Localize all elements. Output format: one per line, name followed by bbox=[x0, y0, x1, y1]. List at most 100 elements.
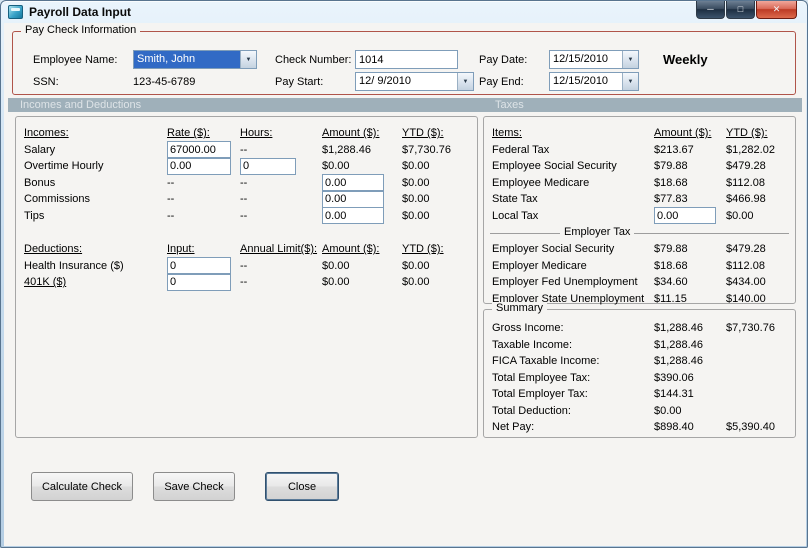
items-col-header: Items: bbox=[492, 127, 522, 140]
pay-date-picker[interactable]: 12/15/2010 ▼ bbox=[549, 50, 639, 69]
health-insurance-ytd-value: $0.00 bbox=[402, 259, 430, 272]
summary-row-name: Total Employee Tax: bbox=[492, 371, 591, 384]
employer-state-unemp-amount: $11.15 bbox=[654, 292, 687, 305]
employer-tax-label: Employer Tax bbox=[560, 226, 635, 238]
summary-panel: Summary Gross Income: $1,288.46 $7,730.7… bbox=[483, 302, 796, 438]
overtime-rate-input[interactable] bbox=[167, 157, 231, 175]
check-number-label: Check Number: bbox=[275, 54, 352, 66]
overtime-hours-cell bbox=[240, 157, 322, 175]
income-row-name: Salary bbox=[24, 143, 56, 156]
deductions-table: Deductions: Input: Annual Limit($): Amou… bbox=[24, 241, 471, 291]
salary-rate-cell bbox=[167, 141, 240, 159]
maximize-button[interactable]: □ bbox=[726, 1, 755, 19]
minimize-button[interactable]: ─ bbox=[696, 1, 725, 19]
tax-row-name: Local Tax bbox=[492, 209, 539, 222]
401k-input-cell bbox=[167, 273, 240, 291]
local-tax-ytd: $0.00 bbox=[726, 209, 754, 222]
employee-ss-amount: $79.88 bbox=[654, 160, 688, 173]
chevron-down-icon[interactable]: ▼ bbox=[622, 73, 638, 90]
taxes-employer-table: Employer Social Security $79.88 $479.28 … bbox=[492, 241, 789, 307]
client-area: Pay Check Information Employee Name: Smi… bbox=[4, 23, 806, 546]
input-col-header: Input: bbox=[167, 243, 195, 256]
ytd-col-header: YTD ($): bbox=[726, 127, 768, 140]
employer-fed-unemp-ytd: $434.00 bbox=[726, 276, 766, 289]
commissions-hours-value: -- bbox=[240, 193, 248, 206]
net-pay-ytd: $5,390.40 bbox=[726, 421, 775, 434]
local-tax-input[interactable] bbox=[654, 207, 716, 225]
total-employer-tax-ytd bbox=[726, 386, 789, 403]
401k-limit-value: -- bbox=[240, 276, 248, 289]
tips-ytd-value: $0.00 bbox=[402, 209, 430, 222]
summary-row-name: Total Employer Tax: bbox=[492, 388, 588, 401]
maximize-icon: □ bbox=[737, 4, 744, 14]
employee-name-combo[interactable]: Smith, John ▼ bbox=[133, 50, 257, 69]
deductions-col-header: Deductions: bbox=[24, 243, 83, 256]
tax-row-name: Employer Social Security bbox=[492, 243, 615, 256]
tips-amount-input[interactable] bbox=[322, 207, 384, 225]
gross-income-amount: $1,288.46 bbox=[654, 322, 703, 335]
commissions-ytd-value: $0.00 bbox=[402, 193, 430, 206]
save-check-button[interactable]: Save Check bbox=[153, 472, 235, 501]
federal-tax-amount: $213.67 bbox=[654, 143, 694, 156]
window-title: Payroll Data Input bbox=[29, 5, 132, 19]
employer-medicare-amount: $18.68 bbox=[654, 259, 688, 272]
tips-hours-value: -- bbox=[240, 209, 248, 222]
hours-col-header: Hours: bbox=[240, 127, 273, 140]
health-insurance-amount-value: $0.00 bbox=[322, 259, 350, 272]
ssn-label: SSN: bbox=[33, 76, 59, 88]
deduction-401k-link[interactable]: 401K ($) bbox=[24, 276, 66, 288]
incomes-deductions-panel: Incomes: Rate ($): Hours: Amount ($): YT… bbox=[15, 116, 478, 438]
net-pay-amount: $898.40 bbox=[654, 421, 694, 434]
tax-row-name: State Tax bbox=[492, 193, 538, 206]
bonus-rate-value: -- bbox=[167, 176, 175, 189]
title-bar[interactable]: Payroll Data Input ─ □ ✕ bbox=[1, 1, 807, 23]
check-number-input[interactable] bbox=[355, 50, 458, 69]
bonus-hours-value: -- bbox=[240, 176, 248, 189]
close-dialog-button[interactable]: Close bbox=[265, 472, 339, 501]
pay-start-picker[interactable]: 12/ 9/2010 ▼ bbox=[355, 72, 474, 91]
deduction-row-name: Health Insurance ($) bbox=[24, 259, 124, 272]
summary-row-name: Gross Income: bbox=[492, 322, 564, 335]
chevron-down-icon[interactable]: ▼ bbox=[457, 73, 473, 90]
local-tax-input-cell bbox=[654, 207, 726, 225]
calculate-check-button[interactable]: Calculate Check bbox=[31, 472, 133, 501]
commissions-amount-input[interactable] bbox=[322, 190, 384, 208]
close-button[interactable]: ✕ bbox=[756, 1, 797, 19]
taxable-income-amount: $1,288.46 bbox=[654, 338, 703, 351]
chevron-down-icon[interactable]: ▼ bbox=[240, 51, 256, 68]
employee-medicare-ytd: $112.08 bbox=[726, 176, 765, 189]
rate-col-header: Rate ($): bbox=[167, 127, 210, 140]
overtime-hours-input[interactable] bbox=[240, 157, 296, 175]
ytd-col-header: YTD ($): bbox=[402, 127, 444, 140]
state-tax-amount: $77.83 bbox=[654, 193, 688, 206]
pay-end-picker[interactable]: 12/15/2010 ▼ bbox=[549, 72, 639, 91]
pay-end-value: 12/15/2010 bbox=[553, 75, 609, 87]
overtime-rate-cell bbox=[167, 157, 240, 175]
bonus-amount-input[interactable] bbox=[322, 174, 384, 192]
health-insurance-input[interactable] bbox=[167, 257, 231, 275]
salary-hours-value: -- bbox=[240, 143, 248, 156]
amount-col-header: Amount ($): bbox=[322, 127, 380, 140]
tax-row-name: Employee Social Security bbox=[492, 160, 617, 173]
amount-col-header: Amount ($): bbox=[654, 127, 712, 140]
gross-income-ytd: $7,730.76 bbox=[726, 322, 775, 335]
employer-ss-ytd: $479.28 bbox=[726, 243, 766, 256]
income-row-name: Bonus bbox=[24, 176, 56, 189]
401k-amount-value: $0.00 bbox=[322, 276, 350, 289]
overtime-ytd-value: $0.00 bbox=[402, 160, 430, 173]
salary-amount-value: $1,288.46 bbox=[322, 143, 371, 156]
salary-rate-input[interactable] bbox=[167, 141, 231, 159]
pay-start-label: Pay Start: bbox=[275, 76, 324, 88]
401k-input[interactable] bbox=[167, 273, 231, 291]
state-tax-ytd: $466.98 bbox=[726, 193, 766, 206]
minimize-icon: ─ bbox=[707, 4, 714, 14]
total-deduction-amount: $0.00 bbox=[654, 404, 682, 417]
summary-table: Gross Income: $1,288.46 $7,730.76 Taxabl… bbox=[492, 320, 789, 436]
employer-ss-amount: $79.88 bbox=[654, 243, 688, 256]
summary-row-name: Net Pay: bbox=[492, 421, 535, 434]
bonus-amount-cell bbox=[322, 174, 402, 192]
health-insurance-input-cell bbox=[167, 257, 240, 275]
payroll-window: Payroll Data Input ─ □ ✕ Pay Check Infor… bbox=[0, 0, 808, 548]
ssn-value: 123-45-6789 bbox=[133, 76, 196, 88]
chevron-down-icon[interactable]: ▼ bbox=[622, 51, 638, 68]
